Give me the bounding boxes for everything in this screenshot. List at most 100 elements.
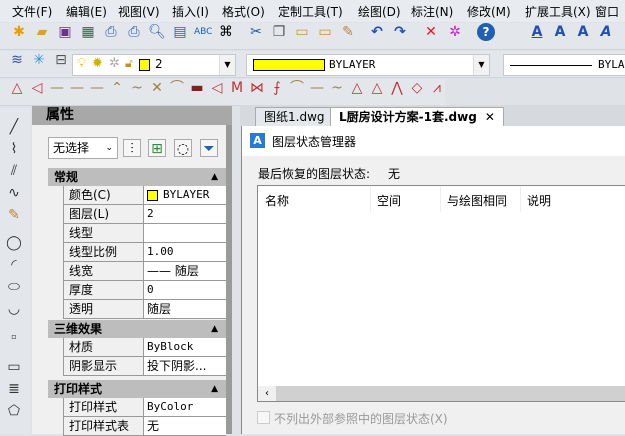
dim-ordinate-icon[interactable]: — [48,79,66,97]
dim-radius-icon[interactable]: — [68,79,86,97]
dim-angular-icon[interactable]: ⌃ [108,79,126,97]
layer-freeze-icon[interactable]: ✳ [30,51,48,69]
menu-draw[interactable]: 绘图(D) [358,3,401,20]
prop-row-shadow[interactable]: 阴影显示 投下阴影... [63,357,226,376]
menu-edit[interactable]: 编辑(E) [66,3,107,20]
find-icon[interactable]: ⌘ [217,23,235,41]
dim-jogged-icon[interactable]: ⋈ [248,79,266,97]
ellipse-arc-icon[interactable]: ◡ [5,300,23,318]
linetype-combo[interactable]: BYLAYER [503,54,625,76]
section-plot-style[interactable]: 打印样式 ▲ [48,380,226,398]
dim-text-edit-icon[interactable]: ~ [328,79,346,97]
paste-special-icon[interactable]: ▭ [316,23,334,41]
dim-continue-icon[interactable]: ▬ [188,79,206,97]
menu-view[interactable]: 视图(V) [118,3,160,20]
filter-icon[interactable]: ⏷ [200,139,218,157]
dim-tolerance-icon[interactable]: M [228,79,246,97]
dim-arc-icon[interactable]: ~ [128,79,146,97]
layer-combo[interactable]: 💡︎ ✹ ✲ 🔓︎ 2 ▼ [72,54,236,76]
text-icon[interactable]: A [528,23,546,41]
multiline-icon[interactable]: ⫽ [5,162,23,180]
dim-edit-icon[interactable]: — [308,79,326,97]
undo-icon[interactable]: ↶ [368,23,386,41]
circle-icon[interactable]: ◯ [5,234,23,252]
menu-insert[interactable]: 插入(I) [172,3,209,20]
menu-file[interactable]: 文件(F) [12,3,52,20]
column-header-description[interactable]: 说明 [527,192,551,210]
text-format-icon[interactable]: A [597,23,615,41]
close-icon[interactable]: ✕ [485,110,495,124]
print-icon[interactable]: ⎙ [125,23,143,41]
dim-leader-icon[interactable]: ◁ [208,79,226,97]
exclude-xref-checkbox[interactable] [257,411,270,424]
help-icon[interactable]: ? [477,23,495,41]
rectangle-icon[interactable]: ▭ [5,358,23,376]
copy-icon[interactable]: ❐ [270,23,288,41]
prop-row-color[interactable]: 颜色(C) BYLAYER [63,186,226,205]
chevron-down-icon[interactable]: ▼ [473,55,489,75]
dim-style-icon[interactable]: △ [368,79,386,97]
prop-row-thickness[interactable]: 厚度 0 [63,281,226,300]
dim-inspect-icon[interactable]: ◇ [408,79,426,97]
save-icon[interactable]: ▣ [56,23,74,41]
dim-space-icon[interactable]: ⌒ [288,79,306,97]
dim-reassociate-icon[interactable]: ⩘ [428,79,446,97]
prop-row-transparency[interactable]: 透明 随层 [63,300,226,319]
text-edit-icon[interactable]: A [574,23,592,41]
dim-override-icon[interactable]: ⋀ [388,79,406,97]
column-header-same-as-drawing[interactable]: 与绘图相同 [447,192,507,210]
dim-break-icon[interactable]: ⨍ [268,79,286,97]
layer-states-list[interactable]: 名称 空间 与绘图相同 说明 ‹ [257,185,625,402]
section-3d-effects[interactable]: 三维效果 ▲ [48,320,226,338]
dim-baseline-icon[interactable]: ⌒ [168,79,186,97]
tab-drawing1[interactable]: 图纸1.dwg [255,107,334,126]
dim-linear-icon[interactable]: △ [8,79,26,97]
column-header-name[interactable]: 名称 [265,192,289,210]
prop-row-layer[interactable]: 图层(L) 2 [63,205,226,224]
select-objects-icon[interactable]: ⊞ [148,139,166,157]
column-header-space[interactable]: 空间 [377,192,401,210]
polygon-icon[interactable]: ⬠ [5,402,23,420]
color-combo[interactable]: BYLAYER ▼ [246,54,490,76]
point-icon[interactable]: ▫ [5,328,23,346]
match-properties-icon[interactable]: ✎ [339,23,357,41]
menu-dimension[interactable]: 标注(N) [411,3,453,20]
tab-kitchen-design[interactable]: L厨房设计方案-1套.dwg ✕ [330,107,504,126]
acis-icon[interactable]: ▦ [79,23,97,41]
prop-row-plot-style-table[interactable]: 打印样式表无 [63,417,226,436]
arc-icon[interactable]: ◜ [5,256,23,274]
ellipse-icon[interactable]: ⬭ [5,278,23,296]
menu-custom-tools[interactable]: 定制工具(T) [278,3,343,20]
line-icon[interactable]: ╱ [5,118,23,136]
spline-icon[interactable]: ∿ [5,184,23,202]
menu-format[interactable]: 格式(O) [222,3,265,20]
polyline-icon[interactable]: ⌇ [5,140,23,158]
open-icon[interactable]: ▰ [33,23,51,41]
purge-icon[interactable]: ✲ [446,23,464,41]
dim-update-icon[interactable]: △ [348,79,366,97]
section-general[interactable]: 常规 ▲ [48,168,226,186]
new-icon[interactable]: ✱ [10,23,28,41]
prop-row-lineweight[interactable]: 线宽 —— 随层 [63,262,226,281]
layer-manager-icon[interactable]: ≋ [8,51,26,69]
dim-diameter-icon[interactable]: — [88,79,106,97]
publish-icon[interactable]: ▤ [171,23,189,41]
menu-extend-tools[interactable]: 扩展工具(X) [525,3,591,20]
paste-icon[interactable]: ▭ [293,23,311,41]
horizontal-scrollbar[interactable]: ‹ [258,386,625,401]
spellcheck-icon[interactable]: ABC [194,23,212,41]
layer-states-icon[interactable]: ⊟ [52,51,70,69]
prop-row-linetype-scale[interactable]: 线型比例 1.00 [63,243,226,262]
menu-window[interactable]: 窗口 [595,3,619,20]
plot-icon[interactable]: ⎙ [102,23,120,41]
sketch-icon[interactable]: ✎ [5,206,23,224]
chevron-down-icon[interactable]: ▼ [219,55,235,75]
redo-icon[interactable]: ↷ [391,23,409,41]
selection-dropdown[interactable]: 无选择 ⌄ [48,137,118,159]
dim-center-icon[interactable]: ✕ [148,79,166,97]
quick-select-icon[interactable]: ◌ [174,139,192,157]
prop-row-material[interactable]: 材质 ByBlock [63,338,226,357]
collapse-icon[interactable]: ▲ [211,320,218,338]
prop-row-plot-style[interactable]: 打印样式 ByColor [63,398,226,417]
collapse-icon[interactable]: ▲ [211,380,218,398]
